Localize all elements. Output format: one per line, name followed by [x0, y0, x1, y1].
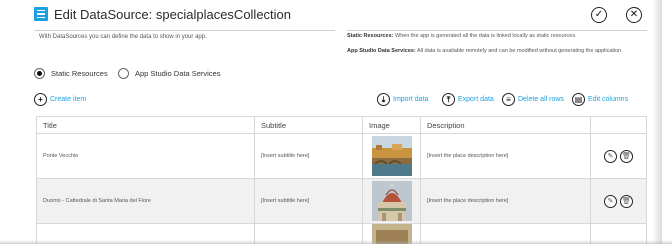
- checkmark-icon: ✓: [594, 9, 604, 20]
- divider: [34, 30, 335, 31]
- radio-label: Static Resources: [51, 69, 108, 78]
- confirm-button[interactable]: ✓: [591, 7, 607, 23]
- column-header-description: Description: [420, 116, 591, 134]
- data-services-info: App Studio Data Services: All data is av…: [347, 47, 647, 55]
- panel-shadow: [0, 240, 672, 244]
- import-data-button[interactable]: ⤓ Import data: [377, 93, 428, 106]
- edit-columns-button[interactable]: ▤ Edit columns: [572, 93, 628, 106]
- cell-title[interactable]: Ponte Vecchio: [36, 133, 255, 179]
- data-services-info-label: App Studio Data Services:: [347, 48, 416, 54]
- panel-header: Edit DataSource: specialplacesCollection: [34, 4, 291, 24]
- radio-label: App Studio Data Services: [135, 69, 221, 78]
- edit-columns-icon: ▤: [572, 93, 585, 106]
- table-row[interactable]: Duomo - Cattedrale di Santa Maria del Fi…: [36, 178, 647, 224]
- cell-description[interactable]: [Insert the place description here]: [420, 178, 591, 224]
- cell-actions: ✎ 🗑: [590, 133, 647, 179]
- data-services-info-text: All data is available remotely and can b…: [415, 48, 623, 54]
- import-icon: ⤓: [377, 93, 390, 106]
- delete-all-rows-label: Delete all rows: [518, 96, 564, 103]
- cell-subtitle[interactable]: [Insert subtitle here]: [254, 178, 363, 224]
- duomo-photo: [371, 181, 412, 221]
- static-resources-info: Static Resources: When the app is genera…: [347, 33, 577, 39]
- table-header-row: Title Subtitle Image Description: [36, 116, 647, 134]
- column-header-actions: [590, 116, 647, 134]
- radio-static-resources[interactable]: Static Resources: [34, 68, 108, 79]
- menu-list-icon: [34, 7, 48, 21]
- delete-rows-icon: ≡: [502, 93, 515, 106]
- plus-icon: +: [34, 93, 47, 106]
- cell-actions: ✎ 🗑: [590, 178, 647, 224]
- edit-columns-label: Edit columns: [588, 96, 629, 103]
- edit-icon[interactable]: ✎: [604, 194, 617, 208]
- cell-title[interactable]: Duomo - Cattedrale di Santa Maria del Fi…: [36, 178, 255, 224]
- cell-image[interactable]: [362, 178, 421, 224]
- edit-icon[interactable]: ✎: [604, 149, 617, 163]
- ponte-vecchio-photo: [371, 136, 412, 176]
- radio-unselected-icon[interactable]: [118, 68, 129, 79]
- close-icon: ✕: [629, 9, 639, 20]
- close-button[interactable]: ✕: [626, 7, 642, 23]
- delete-all-rows-button[interactable]: ≡ Delete all rows: [502, 93, 564, 106]
- static-resources-info-text: When the app is generated all the data i…: [393, 33, 577, 39]
- create-item-label: Create item: [50, 96, 87, 103]
- export-data-label: Export data: [458, 96, 494, 103]
- column-header-subtitle: Subtitle: [254, 116, 363, 134]
- cell-image[interactable]: [362, 133, 421, 179]
- delete-icon[interactable]: 🗑: [620, 149, 633, 163]
- delete-icon[interactable]: 🗑: [620, 194, 633, 208]
- radio-selected-icon[interactable]: [34, 68, 45, 79]
- edit-datasource-panel: Edit DataSource: specialplacesCollection…: [6, 0, 662, 244]
- data-table: Title Subtitle Image Description Ponte V…: [36, 116, 647, 244]
- cell-description[interactable]: [Insert the place description here]: [420, 133, 591, 179]
- divider: [347, 30, 647, 31]
- panel-shadow: [652, 0, 662, 244]
- radio-app-studio-data-services[interactable]: App Studio Data Services: [118, 68, 220, 79]
- page-title: Edit DataSource: specialplacesCollection: [54, 6, 292, 22]
- column-header-title: Title: [36, 116, 255, 134]
- cell-subtitle[interactable]: [Insert subtitle here]: [254, 133, 363, 179]
- static-resources-info-label: Static Resources:: [347, 33, 394, 39]
- export-data-button[interactable]: ⤒ Export data: [442, 93, 494, 106]
- export-icon: ⤒: [442, 93, 455, 106]
- create-item-button[interactable]: + Create item: [34, 93, 86, 106]
- intro-text: With DataSources you can define the data…: [39, 34, 207, 40]
- table-row[interactable]: Ponte Vecchio [Insert subtitle here] [In: [36, 133, 647, 179]
- column-header-image: Image: [362, 116, 421, 134]
- import-data-label: Import data: [393, 96, 429, 103]
